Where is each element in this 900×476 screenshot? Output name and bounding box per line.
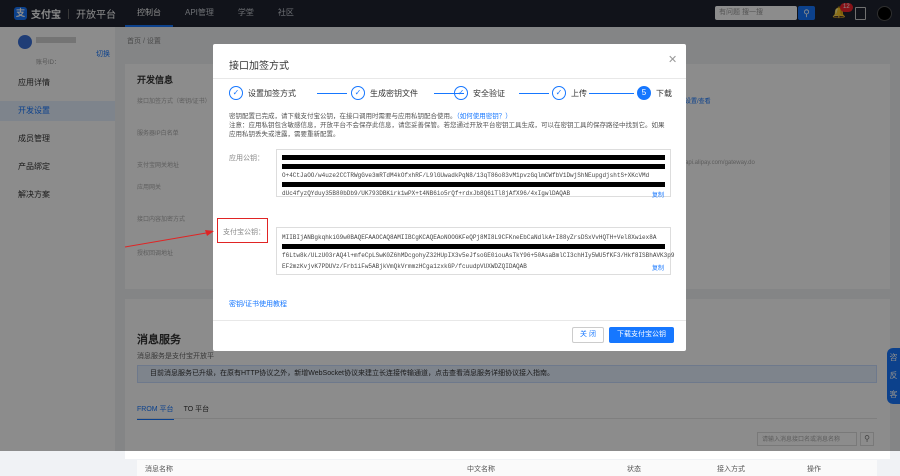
message-table-header: 消息名称 中文名称 状态 接入方式 操作 [137,460,877,476]
col-actions: 操作 [807,466,821,473]
col-access-method: 接入方式 [717,466,745,473]
col-message-name: 消息名称 [145,466,173,473]
col-status: 状态 [627,466,641,473]
col-chinese-name: 中文名称 [467,466,495,473]
annotation-arrow-icon [124,230,214,248]
